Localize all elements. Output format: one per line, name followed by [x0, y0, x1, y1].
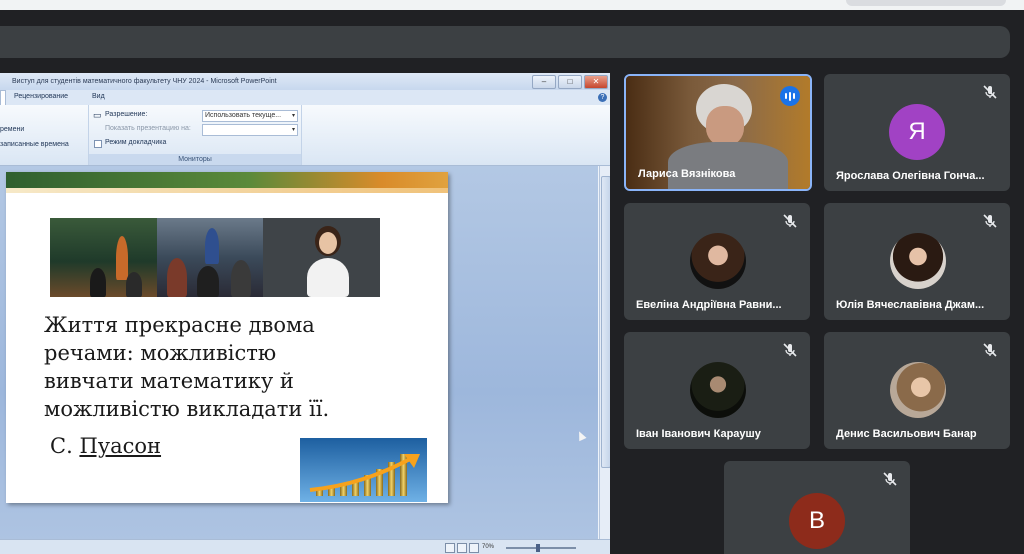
mic-off-icon: [783, 214, 797, 228]
participant-tile[interactable]: Іван Іванович Караушу: [624, 332, 810, 449]
avatar: [890, 233, 946, 289]
participant-name: Юлія Вячеславівна Джам...: [836, 299, 985, 311]
lecture-photo: [157, 218, 263, 297]
show-on-select[interactable]: [202, 124, 298, 136]
monitor-icon: ▭: [93, 110, 102, 120]
participant-tile[interactable]: Лариса Вязнікова: [624, 74, 812, 191]
ribbon-item-timings[interactable]: ремени: [0, 126, 24, 133]
ribbon-tabs: Рецензирование Вид ?: [0, 90, 610, 105]
slide-photo-strip: [50, 218, 380, 297]
help-icon[interactable]: ?: [598, 93, 607, 102]
maximize-icon[interactable]: □: [558, 75, 582, 89]
ribbon: ремени записанные времена ▭ Разрешение: …: [0, 105, 610, 166]
participant-name: Евеліна Андріївна Равни...: [636, 299, 782, 311]
student-figure: [126, 272, 142, 297]
mic-off-icon: [783, 343, 797, 357]
window-title: Виступ для студентів математичного факул…: [12, 78, 277, 85]
scroll-thumb[interactable]: [601, 176, 610, 468]
mic-off-icon: [983, 214, 997, 228]
participant-clothing: [668, 142, 788, 189]
presenter-mode-checkbox[interactable]: [94, 140, 102, 148]
window-controls: – □ ✕: [532, 75, 608, 89]
quote-line: можливістю викладати її.: [44, 397, 330, 421]
avatar: В: [789, 493, 845, 549]
normal-view-icon[interactable]: [445, 543, 455, 553]
zoom-slider[interactable]: [506, 544, 576, 552]
resolution-select[interactable]: Использовать текуще...: [202, 110, 298, 122]
tab-review[interactable]: Рецензирование: [14, 93, 68, 100]
tab-view[interactable]: Вид: [92, 93, 105, 100]
participant-tile[interactable]: В: [724, 461, 910, 554]
ppt-title-bar: Виступ для студентів математичного факул…: [0, 73, 610, 90]
growth-arrow-icon: [309, 454, 420, 492]
avatar: [890, 362, 946, 418]
slide-quote: Життя прекрасне двома речами: можливістю…: [44, 311, 384, 423]
slide-author: С. Пуасон: [50, 434, 161, 458]
mic-off-icon: [883, 472, 897, 486]
participant-name: Лариса Вязнікова: [638, 168, 736, 180]
slide-header-stripe: [6, 188, 448, 193]
student-figure: [167, 258, 187, 297]
sorter-view-icon[interactable]: [457, 543, 467, 553]
avatar: Я: [889, 104, 945, 160]
participant-name: Іван Іванович Караушу: [636, 428, 761, 440]
student-figure: [231, 260, 251, 297]
ribbon-item-recorded-timings[interactable]: записанные времена: [0, 141, 69, 148]
classroom-photo: [50, 218, 157, 297]
meeting-top-bar: [0, 26, 1010, 58]
avatar: [690, 362, 746, 418]
minimize-icon[interactable]: –: [532, 75, 556, 89]
participant-face: [706, 106, 744, 146]
slide: Життя прекрасне двома речами: можливістю…: [6, 172, 448, 503]
quote-line: Життя прекрасне двома: [44, 313, 315, 337]
teacher-figure: [116, 236, 128, 280]
zoom-level: 70%: [482, 544, 495, 550]
quote-line: речами: можливістю: [44, 341, 277, 365]
teacher-portrait-photo: [263, 218, 380, 297]
top-pill: [846, 0, 1006, 6]
lecturer-figure: [205, 228, 219, 264]
author-name: Пуасон: [79, 434, 162, 458]
mic-off-icon: [983, 343, 997, 357]
student-figure: [90, 268, 106, 297]
participant-name: Ярослава Олегівна Гонча...: [836, 170, 985, 182]
participant-tile[interactable]: Денис Васильович Банар: [824, 332, 1010, 449]
participant-tile[interactable]: Юлія Вячеславівна Джам...: [824, 203, 1010, 320]
teacher-face: [319, 232, 337, 254]
quote-line: вивчати математику й: [44, 369, 294, 393]
close-icon[interactable]: ✕: [584, 75, 608, 89]
browser-top-strip: [0, 0, 1024, 10]
ribbon-active-tab[interactable]: [0, 90, 6, 105]
growth-chart-image: [300, 438, 427, 502]
presenter-mode-label: Режим докладчика: [105, 139, 167, 146]
monitors-group: ▭ Разрешение: Использовать текуще... Пок…: [88, 105, 302, 165]
speaking-indicator-icon: [780, 86, 800, 106]
mic-off-icon: [983, 85, 997, 99]
slide-header-band: [6, 172, 448, 188]
participant-name: Денис Васильович Банар: [836, 428, 977, 440]
teacher-blouse: [307, 258, 349, 297]
avatar: [690, 233, 746, 289]
participant-tile[interactable]: Евеліна Андріївна Равни...: [624, 203, 810, 320]
author-initial: С.: [50, 434, 73, 458]
vertical-scrollbar[interactable]: [599, 166, 610, 543]
resolution-label: Разрешение:: [105, 111, 148, 118]
show-on-label: Показать презентацию на:: [105, 125, 191, 132]
status-bar: 70%: [0, 539, 610, 554]
student-figure: [197, 266, 219, 297]
slideshow-view-icon[interactable]: [469, 543, 479, 553]
group-caption: Мониторы: [89, 154, 301, 165]
participant-tile[interactable]: Я Ярослава Олегівна Гонча...: [824, 74, 1010, 191]
